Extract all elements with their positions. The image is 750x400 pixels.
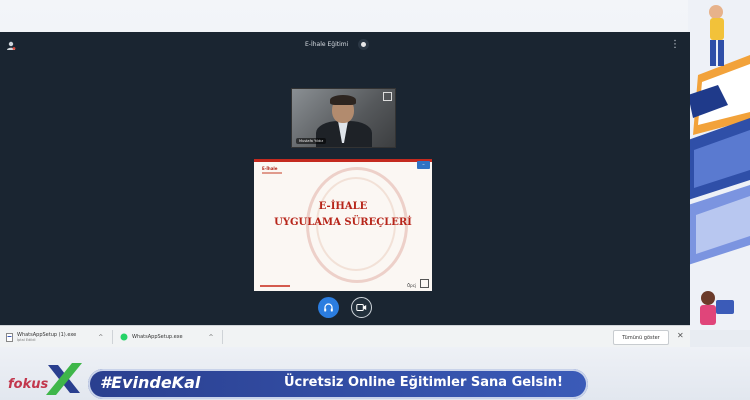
file-icon <box>120 333 128 341</box>
slide-title-line2: UYGULAMA SÜREÇLERİ <box>274 217 412 228</box>
brand-logo-mark <box>46 363 82 395</box>
slide-brand: Öpcj <box>407 283 416 288</box>
user-icon[interactable] <box>6 41 16 51</box>
slide-title-line1: E-İHALE <box>318 201 368 212</box>
screen: E-İhale Eğitimi ⋮ Mustafa Yıldız E-İhale… <box>0 0 750 400</box>
download-item[interactable]: WhatsAppSetup.exe ^ <box>120 326 214 348</box>
downloads-bar: WhatsAppSetup (1).exe İptal Edildi ^ Wha… <box>0 325 690 348</box>
slogan-pill: #EvindeKal Ücretsiz Online Eğitimler San… <box>88 369 588 399</box>
more-vert-icon[interactable]: ⋮ <box>670 40 680 50</box>
expand-icon[interactable] <box>420 279 429 288</box>
participant-name: Mustafa Yıldız <box>296 138 327 144</box>
meeting-title: E-İhale Eğitimi <box>305 41 349 48</box>
presentation-slide[interactable]: E-İhale E-İHALE UYGULAMA SÜREÇLERİ Öpcj … <box>254 159 432 291</box>
record-icon[interactable] <box>358 39 370 50</box>
promo-banner: fokus #EvindeKal Ücretsiz Online Eğitiml… <box>0 347 750 400</box>
meeting-window: E-İhale Eğitimi ⋮ Mustafa Yıldız E-İhale… <box>0 32 690 325</box>
hashtag: #EvindeKal <box>100 373 201 392</box>
audio-button[interactable] <box>318 297 339 318</box>
download-filename: WhatsAppSetup.exe <box>132 334 183 340</box>
decorative-illustration <box>688 0 750 330</box>
download-item[interactable]: WhatsAppSetup (1).exe İptal Edildi ^ <box>6 326 103 348</box>
slide-logo: E-İhale <box>262 166 278 171</box>
meeting-topbar: E-İhale Eğitimi ⋮ <box>0 32 690 58</box>
slogan-text: Ücretsiz Online Eğitimler Sana Gelsin! <box>284 375 563 390</box>
chevron-up-icon[interactable]: ^ <box>98 334 103 341</box>
camera-icon <box>356 304 367 311</box>
chevron-up-icon[interactable]: ^ <box>209 334 214 341</box>
brand-logo: fokus <box>8 377 49 392</box>
minimize-presentation-icon[interactable]: – <box>417 161 430 169</box>
show-all-button[interactable]: Tümünü göster <box>613 330 669 345</box>
headphones-icon <box>324 303 333 312</box>
file-icon <box>6 332 13 342</box>
expand-icon[interactable] <box>383 92 392 101</box>
download-status: İptal Edildi <box>17 338 36 342</box>
close-icon[interactable]: ✕ <box>677 331 684 340</box>
video-button[interactable] <box>351 297 372 318</box>
participant-webcam[interactable]: Mustafa Yıldız <box>291 88 396 148</box>
